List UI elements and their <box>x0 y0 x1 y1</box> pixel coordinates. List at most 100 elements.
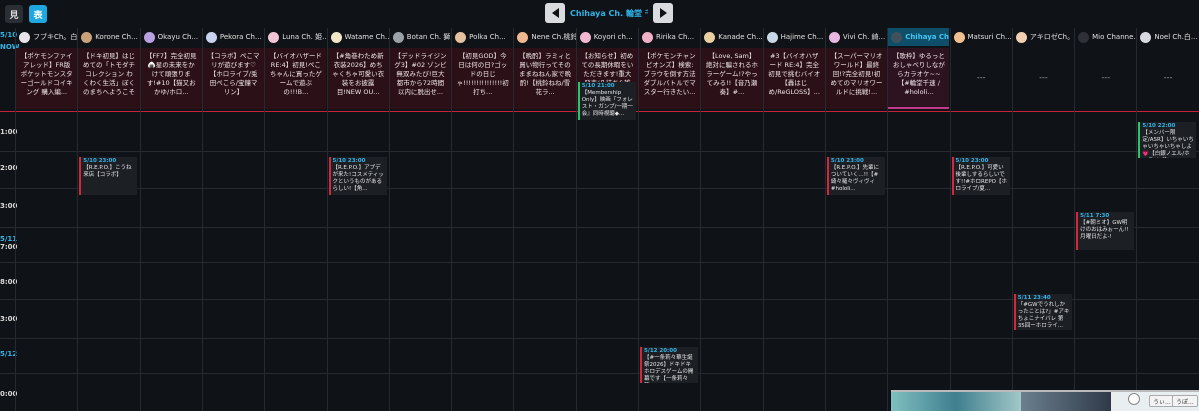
schedule-grid: フブキCh。白上フブ... 【ポケモンファイアレッド】FR版ポケットモンスターゴー… <box>0 28 1199 411</box>
channel-header[interactable]: Noel Ch.白... <box>1137 28 1198 46</box>
channel-header[interactable]: Korone Ch... <box>78 28 139 46</box>
table-mode-button[interactable]: 表 <box>29 5 47 23</box>
channel-header[interactable]: Watame Ch... <box>328 28 389 46</box>
mini-player[interactable]: うぃ... うぽ... <box>891 390 1199 411</box>
channel-avatar <box>891 31 903 43</box>
channel-header[interactable]: Luna Ch. 姫... <box>265 28 326 46</box>
scheduled-stream-card[interactable]: 5/10 23:00 【R.E.P.O.】アプデが来た!コスメティックというものが… <box>328 157 387 195</box>
channel-header[interactable]: Pekora Ch... <box>203 28 264 46</box>
live-stream-card[interactable]: 【歌枠】ゆるっとおしゃべりしながらカラオケ~~【#輪堂千速 / #hololi.… <box>888 48 950 109</box>
channel-name: Kanade Ch... <box>718 33 763 41</box>
channel-name: Okayu Ch... <box>157 33 199 41</box>
live-stream-card[interactable]: #3【バイオハザード RE:4】完全初見で挑むバイオ【轟はじめ/ReGLOSS】… <box>763 48 825 109</box>
stream-start-time: 5/10 23:00 <box>83 158 117 164</box>
player-toggle-icon[interactable] <box>1128 393 1140 405</box>
stream-start-time: 5/11 7:30 <box>1080 213 1110 219</box>
channel-header[interactable]: Koyori ch... <box>577 28 638 46</box>
channel-avatar <box>642 31 653 43</box>
stream-start-time: 5/10 23:00 <box>830 158 864 164</box>
channel-name: アキロゼCh。Vtu... <box>1029 33 1075 41</box>
channel-avatar <box>517 31 529 43</box>
channel-name: フブキCh。白上フブ... <box>33 33 78 41</box>
stream-title: 【#一条莉々華生誕祭2026】ドキドキホロデスゲームの開幕です【一条莉々華... <box>644 355 694 382</box>
channel-column: Kanade Ch... 【Love, Sam】絶対に騙されるホラーゲーム!?やっ… <box>700 28 763 411</box>
channel-column: Polka Ch... 【初見GOD】今日は何の日?ゴッドの日じゃ!!!!!!!!… <box>451 28 514 411</box>
stream-title: 【R.E.P.O.】アプデが来た!コスメティックというものがあるらしい!【角..… <box>332 165 384 192</box>
no-live-placeholder: --- <box>976 73 986 82</box>
channel-avatar <box>455 31 467 43</box>
channel-header[interactable]: フブキCh。白上フブ... <box>16 28 77 46</box>
stream-start-time: 5/10 23:00 <box>955 158 989 164</box>
channel-avatar <box>330 31 342 43</box>
scheduled-stream-card[interactable]: 5/10 21:00 【Membership Only】映画『フォレスト・ガンプ/… <box>577 82 636 120</box>
arrow-left-icon <box>551 8 559 18</box>
player-video <box>1021 392 1111 411</box>
channel-column: Vivi Ch. 綺... 【スーパーマリオワールド】最終回!?完全初見!初めての… <box>824 28 888 411</box>
scheduled-stream-card[interactable]: 5/10 23:00 【R.E.P.O.】先輩についていく…!!【#綺々羅々ヴィヴ… <box>826 157 885 195</box>
time-gutter: 5/10 NOW 1:00 2:00 3:00 5/11 7:00 8:00 3:00 5/12 0… <box>0 28 20 411</box>
no-live-placeholder: --- <box>1101 73 1111 82</box>
channel-column: Hajime Ch... #3【バイオハザード RE:4】完全初見で挑むバイオ【轟… <box>762 28 825 411</box>
player-button-1[interactable]: うぃ... <box>1149 395 1175 407</box>
channel-header[interactable]: Kanade Ch... <box>701 28 763 46</box>
channel-header[interactable]: アキロゼCh。Vtu... <box>1013 28 1074 46</box>
scheduled-stream-card[interactable]: 5/12 20:00 【#一条莉々華生誕祭2026】ドキドキホロデスゲームの開幕で… <box>640 347 698 383</box>
live-stream-card[interactable]: 【バイオハザードRE:4】初見!ぺこちゃんに買ったゲームで遊ぶの!!!B... <box>265 48 327 109</box>
channel-name: Luna Ch. 姫... <box>282 33 327 41</box>
channel-avatar <box>828 31 840 43</box>
live-stream-card[interactable]: 【スーパーマリオワールド】最終回!?完全初見!初めてのマリオワールドに挑戦!..… <box>825 48 888 109</box>
channel-column: Matsuri Ch... --- <box>949 28 1012 411</box>
live-stream-card[interactable]: 【ポケモンファイアレッド】FR版ポケットモンスターゴールドコイキング 購入編..… <box>16 48 78 109</box>
live-stream-card[interactable]: 【ドキ初見】はじめての「トモダチコレクション わくわく生活」ぼくのまちへようこそ <box>78 48 140 109</box>
scheduled-stream-card[interactable]: 5/10 22:00 【メンバー限定/ASR】いちゃいちゃいちゃいちゃしよ💗【白銀… <box>1138 122 1197 158</box>
live-stream-card[interactable]: 【ポケモンチャンピオンズ】検索:ブラウを倒す方法 ダブルバトルでマスター行きたい… <box>639 48 701 109</box>
channel-header[interactable]: Nene Ch.桃鈴... <box>514 28 576 46</box>
live-stream-card[interactable]: 【コラボ】ぺこマリが遊びます♡【ホロライブ/兎田ぺこら/宝鐘マリン】 <box>202 48 265 109</box>
channel-header[interactable]: Okayu Ch... <box>141 28 202 46</box>
player-button-2[interactable]: うぽ... <box>1172 395 1198 407</box>
live-stream-card[interactable]: 【晩酌】ラミィと買い物行ってそのままねねん家で晩酌!【桃鈴ねね/雪花ラ... <box>514 48 576 109</box>
channel-name: Matsuri Ch... <box>967 33 1012 41</box>
channel-avatar <box>953 31 965 43</box>
channel-header[interactable]: Vivi Ch. 綺... <box>826 28 887 46</box>
channel-name: Nene Ch.桃鈴... <box>531 33 576 41</box>
channel-name: Chihaya Ch... <box>905 33 950 41</box>
previous-channel-button[interactable] <box>545 3 565 23</box>
channel-header[interactable]: Botan Ch. 獅... <box>390 28 451 46</box>
live-stream-card[interactable]: 【Love, Sam】絶対に騙されるホラーゲーム!?やってみる!!【音乃瀬奏】#… <box>701 48 763 109</box>
channel-column: Pekora Ch... 【コラボ】ぺこマリが遊びます♡【ホロライブ/兎田ぺこら/… <box>201 28 265 411</box>
stream-title: 【メンバー限定/ASR】いちゃいちゃいちゃいちゃしよ💗【白銀ノエル/ホロライブ】 <box>1142 130 1194 157</box>
stream-start-time: 5/10 23:00 <box>332 158 366 164</box>
live-stream-card[interactable]: 【FF7】完全初見🍙星の未来をかけて頑張ります!#10【猫又おかゆ/ホロ... <box>140 48 202 109</box>
channel-avatar <box>392 31 404 43</box>
channel-name: Ririka Ch... <box>656 33 695 41</box>
scheduled-stream-card[interactable]: 5/10 23:00 【R.E.P.O.】こうね来店【コラボ】 <box>79 157 138 195</box>
channel-header[interactable]: Ririka Ch... <box>639 28 700 46</box>
channel-header[interactable]: Chihaya Ch... <box>888 28 950 46</box>
channel-name: Noel Ch.白... <box>1154 33 1198 41</box>
live-stream-card[interactable]: 【#角巻わため新衣装2026】めちゃくちゃ可愛い衣装をお披露目!NEW OU..… <box>327 48 389 109</box>
channel-column: Okayu Ch... 【FF7】完全初見🍙星の未来をかけて頑張ります!#10【猫… <box>139 28 202 411</box>
view-mode-button[interactable]: 見 <box>5 5 23 23</box>
no-live-placeholder: --- <box>1163 73 1173 82</box>
channel-header[interactable]: Polka Ch... <box>452 28 513 46</box>
scheduled-stream-card[interactable]: 5/11 23:40 「#GWでうれしかったことは?」#アキちょこナイバレ 第35… <box>1013 294 1072 330</box>
channel-avatar <box>19 31 30 43</box>
channel-column: フブキCh。白上フブ... 【ポケモンファイアレッド】FR版ポケットモンスターゴー… <box>15 28 78 411</box>
channel-header[interactable]: Matsuri Ch... <box>951 28 1012 46</box>
current-channel-title[interactable]: Chihaya Ch. 輪堂 千... <box>570 8 648 19</box>
scheduled-stream-card[interactable]: 5/10 23:00 【R.E.P.O.】可愛い後輩しするらしいです!!#ホロRE… <box>951 157 1010 195</box>
channel-name: Vivi Ch. 綺... <box>842 33 886 41</box>
next-channel-button[interactable] <box>653 3 673 23</box>
stream-title: 【R.E.P.O.】先輩についていく…!!【#綺々羅々ヴィヴィ #hololi.… <box>830 165 880 192</box>
live-stream-card[interactable]: 【初見GOD】今日は何の日?ゴッドの日じゃ!!!!!!!!!!!!!!!初打ち.… <box>452 48 514 109</box>
scheduled-stream-card[interactable]: 5/11 7:30 【#朝ミオ】GW明けのおはみぉーん!!月曜日だよ-! <box>1076 212 1135 250</box>
channel-avatar <box>579 31 591 43</box>
channel-name: Watame Ch... <box>344 33 389 41</box>
channel-column: アキロゼCh。Vtu... --- <box>1011 28 1074 411</box>
channel-avatar <box>1078 31 1090 43</box>
stream-title: 【Membership Only】映画『フォレスト・ガンプ/一期一会』同時視聴◆… <box>581 90 633 117</box>
channel-header[interactable]: Hajime Ch... <box>764 28 825 46</box>
channel-header[interactable]: Mio Channe... <box>1075 28 1136 46</box>
live-stream-card[interactable]: 【デッドライジング3】#02 ゾンビ無双みたび!巨大都市から72時間以内に脱出せ… <box>389 48 452 109</box>
